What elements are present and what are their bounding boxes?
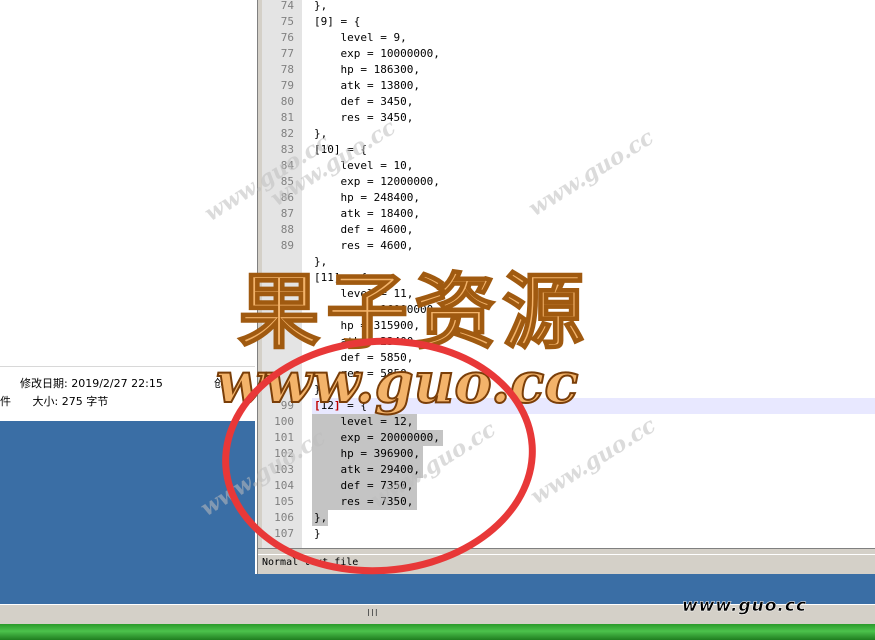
code-line[interactable]: def = 4600, <box>314 222 413 238</box>
line-number: 79 <box>280 79 294 92</box>
taskbar-grip[interactable]: III <box>367 608 379 619</box>
size-value: 275 字节 <box>61 395 109 408</box>
modified-row: 修改日期: 2019/2/27 22:15 <box>20 375 163 391</box>
line-number: 88 <box>280 223 294 236</box>
line-number: 81 <box>280 111 294 124</box>
code-line[interactable]: }, <box>314 0 327 14</box>
line-number: 75 <box>280 15 294 28</box>
line-number: 77 <box>280 47 294 60</box>
code-line[interactable]: atk = 13800, <box>314 78 419 94</box>
line-number: 80 <box>280 95 294 108</box>
modified-value: 2019/2/27 22:15 <box>71 377 163 390</box>
code-line[interactable]: atk = 18400, <box>314 206 419 222</box>
corner-watermark: www.guo.cc <box>682 596 808 617</box>
code-line[interactable]: [9] = { <box>314 14 360 30</box>
modified-label: 修改日期: <box>20 377 68 390</box>
line-number: 82 <box>280 127 294 140</box>
green-bottom-bar <box>0 624 875 640</box>
code-line[interactable]: res = 3450, <box>314 110 413 126</box>
file-type: 件 <box>0 395 11 408</box>
line-number: 78 <box>280 63 294 76</box>
line-number: 76 <box>280 31 294 44</box>
code-line[interactable]: hp = 248400, <box>314 190 419 206</box>
code-line[interactable]: hp = 186300, <box>314 62 419 78</box>
code-line[interactable]: exp = 10000000, <box>314 46 439 62</box>
code-line[interactable]: def = 3450, <box>314 94 413 110</box>
size-label: 大小: <box>32 395 59 408</box>
code-line[interactable]: level = 9, <box>314 30 406 46</box>
size-row: 件 大小: 275 字节 <box>0 393 108 409</box>
line-number: 74 <box>280 0 294 12</box>
